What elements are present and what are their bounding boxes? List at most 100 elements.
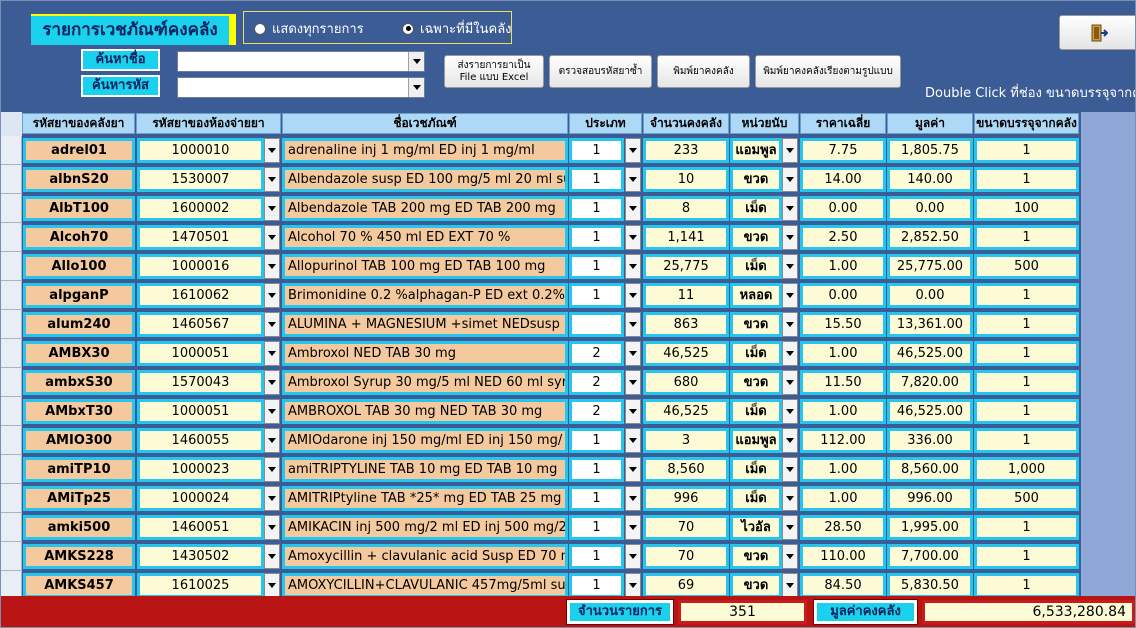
chevron-down-icon[interactable]	[264, 370, 280, 395]
cell-avg-price[interactable]: 15.50	[800, 312, 886, 337]
chevron-down-icon[interactable]	[782, 254, 798, 279]
table-row[interactable]: AMBX30 1000051 Ambroxol NED TAB 30 mg 2 46,5…	[1, 339, 1081, 368]
cell-drug-name[interactable]: AMIOdarone inj 150 mg/ml ED inj 150 mg/ …	[282, 428, 568, 453]
cell-avg-price[interactable]: 1.00	[800, 486, 886, 511]
cell-avg-price[interactable]: 1.00	[800, 254, 886, 279]
cell-type[interactable]: 1	[569, 283, 624, 308]
chevron-down-icon[interactable]	[625, 457, 641, 482]
cell-stock-code[interactable]: Allo100	[23, 254, 135, 279]
radio-in-stock-only[interactable]: เฉพาะที่มีในคลัง	[402, 18, 512, 39]
chevron-down-icon[interactable]	[625, 138, 641, 163]
cell-drug-name[interactable]: Amoxycillin + clavulanic acid Susp ED 70…	[282, 544, 568, 569]
chevron-down-icon[interactable]	[264, 312, 280, 337]
cell-value[interactable]: 0.00	[887, 196, 973, 221]
cell-value[interactable]: 996.00	[887, 486, 973, 511]
cell-dispense-code[interactable]: 1460051	[137, 515, 264, 540]
table-row[interactable]: AMbxT30 1000051 AMBROXOL TAB 30 mg NED TAB…	[1, 397, 1081, 426]
cell-type[interactable]: 1	[569, 486, 624, 511]
cell-drug-name[interactable]: Allopurinol TAB 100 mg ED TAB 100 mg	[282, 254, 568, 279]
chevron-down-icon[interactable]	[782, 341, 798, 366]
search-code-combo[interactable]	[177, 77, 425, 98]
cell-value[interactable]: 0.00	[887, 283, 973, 308]
cell-stock-code[interactable]: adrel01	[23, 138, 135, 163]
cell-drug-name[interactable]: Albendazole susp ED 100 mg/5 ml 20 ml su…	[282, 167, 568, 192]
record-selector[interactable]	[1, 252, 22, 281]
record-selector[interactable]	[1, 165, 22, 194]
chevron-down-icon[interactable]	[625, 196, 641, 221]
table-row[interactable]: AMIO300 1460055 AMIOdarone inj 150 mg/ml E…	[1, 426, 1081, 455]
chevron-down-icon[interactable]	[625, 341, 641, 366]
cell-stock-code[interactable]: AMBX30	[23, 341, 135, 366]
cell-quantity[interactable]: 3	[643, 428, 729, 453]
chevron-down-icon[interactable]	[264, 515, 280, 540]
cell-type[interactable]: 2	[569, 399, 624, 424]
cell-dispense-code[interactable]: 1610025	[137, 573, 264, 596]
cell-unit[interactable]: เม็ด	[730, 399, 782, 424]
cell-stock-code[interactable]: alum240	[23, 312, 135, 337]
cell-drug-name[interactable]: AMIKACIN inj 500 mg/2 ml ED inj 500 mg/2…	[282, 515, 568, 540]
cell-quantity[interactable]: 233	[643, 138, 729, 163]
cell-drug-name[interactable]: AMBROXOL TAB 30 mg NED TAB 30 mg	[282, 399, 568, 424]
cell-type[interactable]: 1	[569, 254, 624, 279]
cell-quantity[interactable]: 46,525	[643, 341, 729, 366]
cell-quantity[interactable]: 863	[643, 312, 729, 337]
cell-value[interactable]: 8,560.00	[887, 457, 973, 482]
cell-quantity[interactable]: 25,775	[643, 254, 729, 279]
cell-unit[interactable]: ขวด	[730, 225, 782, 250]
cell-dispense-code[interactable]: 1610062	[137, 283, 264, 308]
cell-unit[interactable]: เม็ด	[730, 254, 782, 279]
chevron-down-icon[interactable]	[264, 138, 280, 163]
cell-quantity[interactable]: 46,525	[643, 399, 729, 424]
cell-unit[interactable]: เม็ด	[730, 341, 782, 366]
chevron-down-icon[interactable]	[625, 167, 641, 192]
chevron-down-icon[interactable]	[264, 341, 280, 366]
chevron-down-icon[interactable]	[782, 370, 798, 395]
chevron-down-icon[interactable]	[782, 428, 798, 453]
cell-stock-code[interactable]: AMbxT30	[23, 399, 135, 424]
table-row[interactable]: AMiTp25 1000024 AMITRIPtyline TAB *25* mg …	[1, 484, 1081, 513]
cell-value[interactable]: 1,995.00	[887, 515, 973, 540]
cell-stock-code[interactable]: AMIO300	[23, 428, 135, 453]
table-row[interactable]: AlbT100 1600002 Albendazole TAB 200 mg ED …	[1, 194, 1081, 223]
chevron-down-icon[interactable]	[782, 399, 798, 424]
table-row[interactable]: adrel01 1000010 adrenaline inj 1 mg/ml ED …	[1, 136, 1081, 165]
cell-type[interactable]	[569, 312, 624, 337]
table-row[interactable]: AMKS457 1610025 AMOXYCILLIN+CLAVULANIC 457…	[1, 571, 1081, 596]
table-row[interactable]: Allo100 1000016 Allopurinol TAB 100 mg ED …	[1, 252, 1081, 281]
chevron-down-icon[interactable]	[782, 167, 798, 192]
cell-avg-price[interactable]: 11.50	[800, 370, 886, 395]
chevron-down-icon[interactable]	[625, 399, 641, 424]
cell-pack-size[interactable]: 1	[974, 544, 1079, 569]
cell-dispense-code[interactable]: 1000016	[137, 254, 264, 279]
cell-dispense-code[interactable]: 1460055	[137, 428, 264, 453]
cell-unit[interactable]: เม็ด	[730, 196, 782, 221]
cell-pack-size[interactable]: 500	[974, 486, 1079, 511]
cell-avg-price[interactable]: 28.50	[800, 515, 886, 540]
chevron-down-icon[interactable]	[625, 225, 641, 250]
cell-stock-code[interactable]: alpganP	[23, 283, 135, 308]
cell-avg-price[interactable]: 110.00	[800, 544, 886, 569]
chevron-down-icon[interactable]	[264, 544, 280, 569]
cell-avg-price[interactable]: 1.00	[800, 341, 886, 366]
record-selector[interactable]	[1, 397, 22, 426]
cell-drug-name[interactable]: Brimonidine 0.2 %alphagan-P ED ext 0.2%x…	[282, 283, 568, 308]
cell-drug-name[interactable]: Alcohol 70 % 450 ml ED EXT 70 %	[282, 225, 568, 250]
cell-drug-name[interactable]: Albendazole TAB 200 mg ED TAB 200 mg	[282, 196, 568, 221]
radio-show-all[interactable]: แสดงทุกรายการ	[254, 18, 364, 39]
cell-unit[interactable]: ขวด	[730, 312, 782, 337]
record-selector[interactable]	[1, 426, 22, 455]
cell-value[interactable]: 46,525.00	[887, 399, 973, 424]
cell-type[interactable]: 1	[569, 515, 624, 540]
cell-pack-size[interactable]: 100	[974, 196, 1079, 221]
cell-dispense-code[interactable]: 1460567	[137, 312, 264, 337]
cell-avg-price[interactable]: 0.00	[800, 283, 886, 308]
cell-value[interactable]: 46,525.00	[887, 341, 973, 366]
cell-dispense-code[interactable]: 1000051	[137, 341, 264, 366]
record-selector[interactable]	[1, 368, 22, 397]
cell-quantity[interactable]: 8	[643, 196, 729, 221]
cell-quantity[interactable]: 69	[643, 573, 729, 596]
cell-pack-size[interactable]: 1	[974, 283, 1079, 308]
cell-dispense-code[interactable]: 1600002	[137, 196, 264, 221]
cell-quantity[interactable]: 8,560	[643, 457, 729, 482]
cell-drug-name[interactable]: amiTRIPTYLINE TAB 10 mg ED TAB 10 mg	[282, 457, 568, 482]
